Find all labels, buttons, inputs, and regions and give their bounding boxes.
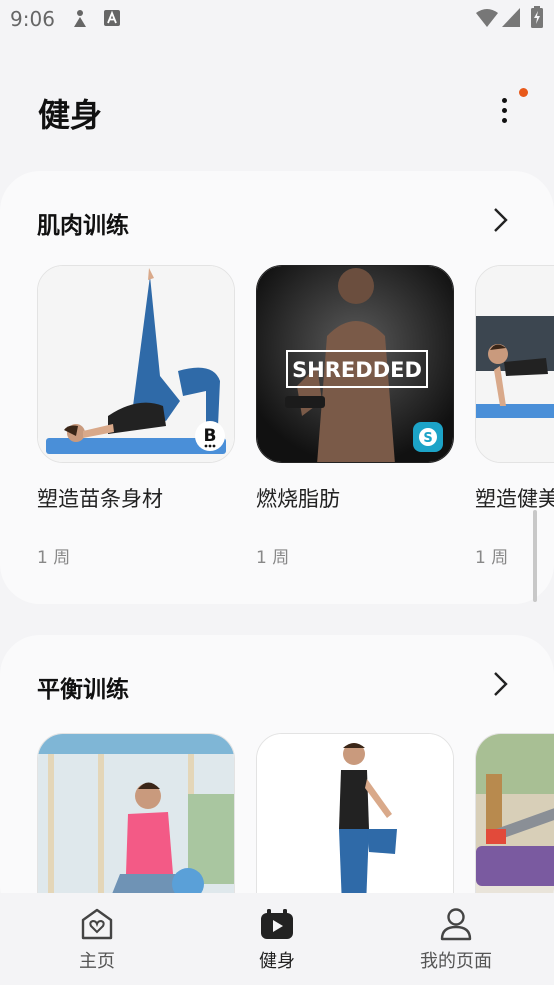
shredded-brand-badge: S [413,422,443,452]
badge-letter: B [204,426,217,446]
chevron-right-icon[interactable] [490,671,510,697]
status-bar: 9:06 [0,0,554,38]
nav-label: 主页 [79,951,115,972]
program-thumbnail[interactable] [475,265,554,463]
program-duration: 1 周 [475,548,509,568]
nav-item-fitness[interactable]: 健身 [217,907,337,977]
bodyweight-brand-badge: B [195,421,225,451]
wifi-icon [476,9,498,27]
notification-badge [519,88,528,97]
nav-label: 我的页面 [420,951,492,972]
status-time: 9:06 [10,7,55,31]
more-options-button[interactable] [490,92,518,132]
page-title: 健身 [38,96,103,134]
more-dot [502,108,507,113]
program-title: 燃烧脂肪 [256,487,340,511]
program-duration: 1 周 [37,548,71,568]
home-heart-icon [81,908,113,940]
fitness-play-icon [261,909,293,939]
chevron-right-icon[interactable] [490,207,510,233]
muscle-training-card: 肌肉训练 B 塑造苗条身材 1 周 SHREDDED S 燃烧脂肪 1 周 塑造… [0,171,554,604]
bottom-navigation: 主页 健身 我的页面 [0,893,554,985]
person-icon [440,908,472,941]
app-notification-icon [74,10,86,27]
section-title: 平衡训练 [37,677,129,703]
program-title: 塑造苗条身材 [37,487,163,511]
program-duration: 1 周 [256,548,290,568]
scrollbar[interactable] [533,510,537,602]
nav-item-my-page[interactable]: 我的页面 [396,907,516,977]
section-title: 肌肉训练 [37,213,129,239]
program-title: 塑造健美 [475,487,554,511]
nav-item-home[interactable]: 主页 [37,907,157,977]
font-app-icon [104,10,120,26]
program-image-text: SHREDDED [292,358,422,382]
nav-label: 健身 [259,951,295,972]
more-dot [502,98,507,103]
more-dot [502,118,507,123]
signal-icon [502,8,520,27]
badge-letter: S [423,431,432,446]
balance-training-card: 平衡训练 [0,635,554,925]
battery-icon [531,6,543,28]
program-thumbnail[interactable]: B [37,265,235,463]
program-thumbnail[interactable]: SHREDDED S [256,265,454,463]
